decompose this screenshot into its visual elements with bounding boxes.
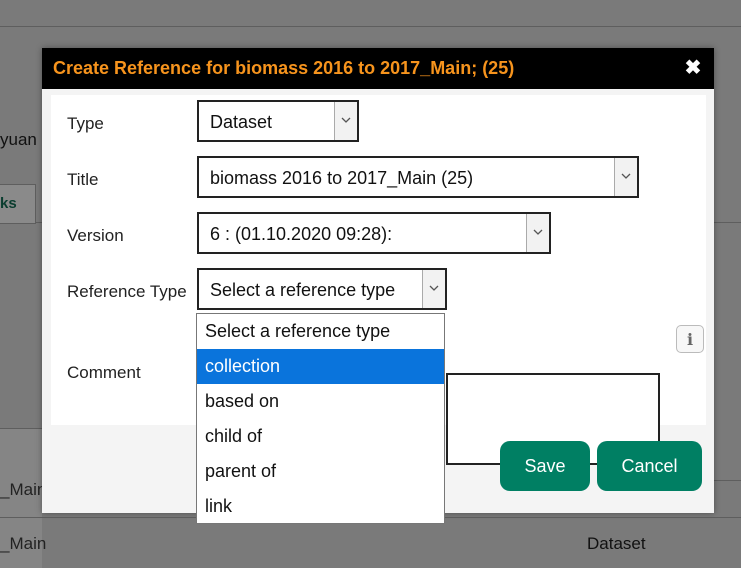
title-select-value: biomass 2016 to 2017_Main (25) <box>210 168 474 188</box>
background-tab-label: ks <box>0 195 17 212</box>
title-select[interactable]: biomass 2016 to 2017_Main (25) <box>197 156 639 198</box>
dropdown-option[interactable]: link <box>197 489 444 524</box>
reference-type-select[interactable]: Select a reference type <box>197 268 447 310</box>
info-icon: i <box>686 330 694 349</box>
background-user-text: yuan <box>0 130 37 149</box>
dropdown-option[interactable]: based on <box>197 384 444 419</box>
type-select-value: Dataset <box>210 112 273 132</box>
dropdown-option[interactable]: collection <box>197 349 444 384</box>
background-divider <box>0 428 42 429</box>
chevron-down-icon <box>422 270 445 308</box>
type-select[interactable]: Dataset <box>197 100 359 142</box>
version-select[interactable]: 6 : (01.10.2020 09:28): <box>197 212 551 254</box>
chevron-down-icon <box>334 102 357 140</box>
version-select-value: 6 : (01.10.2020 09:28): <box>210 224 393 244</box>
dialog-title: Create Reference for biomass 2016 to 201… <box>53 58 515 78</box>
background-divider <box>0 26 741 27</box>
cancel-button[interactable]: Cancel <box>597 441 702 491</box>
chevron-down-icon <box>526 214 549 252</box>
type-label: Type <box>67 114 104 133</box>
background-row-type: Dataset <box>587 534 646 553</box>
dropdown-option[interactable]: parent of <box>197 454 444 489</box>
chevron-down-icon <box>614 158 637 196</box>
close-icon[interactable]: ✖ <box>682 57 704 79</box>
reference-type-dropdown: Select a reference type collection based… <box>196 313 445 524</box>
dropdown-option[interactable]: child of <box>197 419 444 454</box>
title-label: Title <box>67 170 99 189</box>
background-tab: ks <box>0 184 36 224</box>
reference-type-label: Reference Type <box>67 282 187 301</box>
comment-label: Comment <box>67 363 141 382</box>
save-button[interactable]: Save <box>500 441 590 491</box>
background-row-text: _Main <box>0 534 47 553</box>
info-button[interactable]: i <box>676 325 704 353</box>
background-divider <box>714 480 741 481</box>
dropdown-option[interactable]: Select a reference type <box>197 314 444 349</box>
background-row-text: _Main <box>0 480 47 499</box>
reference-type-select-value: Select a reference type <box>210 280 396 300</box>
dialog-titlebar: Create Reference for biomass 2016 to 201… <box>42 48 714 89</box>
version-label: Version <box>67 226 124 245</box>
